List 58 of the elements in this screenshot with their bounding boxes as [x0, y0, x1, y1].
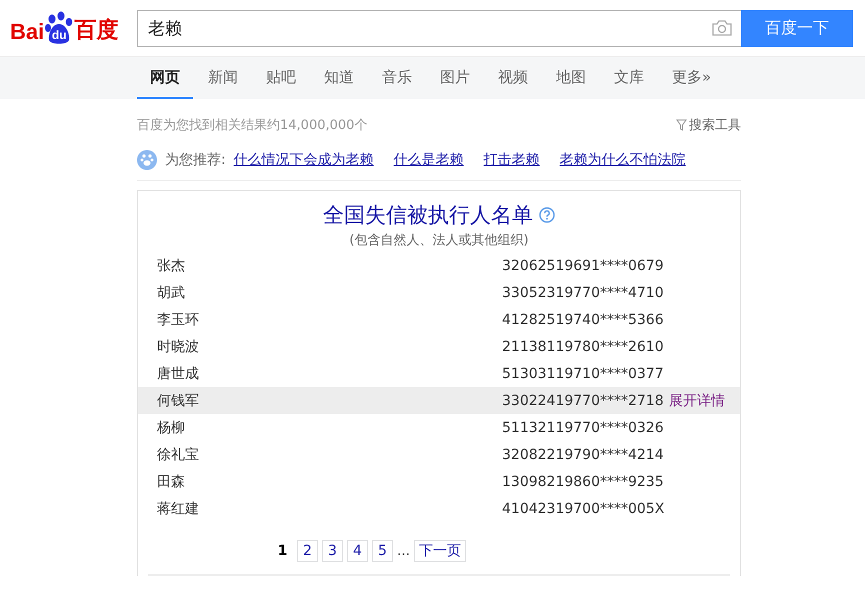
id-cell-text: 21138119780****2610	[502, 338, 665, 354]
search-box[interactable]: 老赖	[136, 10, 742, 46]
recommend-label: 为您推荐:	[165, 151, 226, 169]
id-cell-text: 41282519740****5366	[502, 312, 665, 328]
id-cell-text: 13098219860****9235	[502, 474, 665, 490]
name-cell-text: 田森	[157, 472, 186, 490]
nav-tab[interactable]: 网页	[137, 57, 193, 99]
name-cell-text: 张杰	[157, 256, 186, 274]
search-field[interactable]: 老赖	[146, 17, 712, 39]
recommend-link[interactable]: 打击老赖	[484, 151, 540, 169]
page-link[interactable]: 3	[322, 540, 343, 562]
recommend-link[interactable]: 什么是老赖	[394, 151, 464, 169]
camera-icon[interactable]	[711, 19, 734, 37]
name-cell-text: 胡武	[157, 284, 186, 302]
filter-icon	[676, 119, 687, 131]
nav-tab[interactable]: 更多»	[659, 57, 724, 99]
id-cell-text: 51132119770****0326	[502, 420, 665, 436]
paw-icon	[137, 150, 157, 170]
nav-tab[interactable]: 文库	[601, 57, 657, 99]
card-subtitle: (包含自然人、法人或其他组织)	[348, 232, 530, 249]
next-page-link[interactable]: 下一页	[414, 540, 466, 562]
search-tools-button[interactable]: 搜索工具	[676, 116, 741, 134]
table-row[interactable]: 何钱军 33022419770****2718 展开详情	[138, 387, 740, 414]
result-count: 百度为您找到相关结果约14,000,000个	[137, 117, 368, 134]
id-cell-text: 32062519691****0679	[502, 258, 665, 274]
page-link[interactable]: 2	[297, 540, 318, 562]
page-link[interactable]: 4	[347, 540, 368, 562]
nav-tab[interactable]: 图片	[427, 57, 483, 99]
page-link[interactable]: 5	[372, 540, 393, 562]
baidu-logo[interactable]: Bai du 百度	[10, 11, 125, 45]
nav-tab[interactable]: 地图	[543, 57, 599, 99]
recommend-link[interactable]: 什么情况下会成为老赖	[234, 151, 374, 169]
name-cell-text: 杨柳	[157, 418, 186, 436]
nav-tab[interactable]: 视频	[485, 57, 541, 99]
name-cell-text: 时晓波	[157, 338, 200, 356]
help-icon[interactable]	[539, 207, 555, 223]
name-cell-text: 徐礼宝	[157, 446, 200, 464]
name-cell-text: 何钱军	[157, 392, 200, 410]
id-cell-text: 33052319770****4710	[502, 284, 665, 300]
page-link[interactable]: 1	[272, 540, 293, 562]
card-title[interactable]: 全国失信被执行人名单	[323, 201, 533, 229]
recommend-link[interactable]: 老赖为什么不怕法院	[560, 151, 686, 169]
search-button[interactable]: 百度一下	[741, 10, 853, 46]
name-cell-text: 蒋红建	[157, 500, 200, 518]
name-cell-text: 唐世成	[157, 364, 200, 382]
id-cell-text: 32082219790****4214	[502, 446, 665, 462]
id-cell-text: 33022419770****2718	[502, 392, 665, 408]
nav-tab[interactable]: 音乐	[369, 57, 425, 99]
nav-tab[interactable]: 知道	[311, 57, 367, 99]
logo-text: Bai	[10, 19, 44, 45]
logo-text: 百度	[74, 16, 118, 44]
ellipsis: …	[397, 544, 410, 558]
id-cell-text: 51303119710****0377	[502, 366, 665, 382]
nav-tab[interactable]: 贴吧	[253, 57, 309, 99]
id-cell-text: 41042319700****005X	[502, 500, 666, 516]
name-cell-text: 李玉环	[157, 310, 200, 328]
details-link[interactable]: 展开详情	[669, 392, 740, 410]
nav-tab[interactable]: 新闻	[195, 57, 251, 99]
